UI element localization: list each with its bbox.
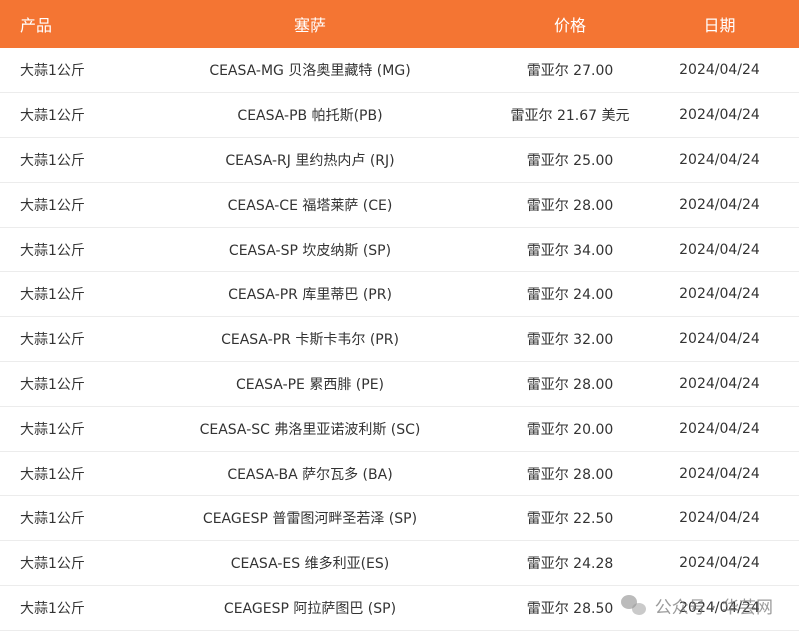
- cell-ceasa: CEAGESP 阿拉萨图巴 (SP): [223, 600, 397, 617]
- table-header: 产品 塞萨 价格 日期: [0, 0, 799, 48]
- table-row: 大蒜1公斤 CEASA-ES 维多利亚(ES) 雷亚尔 24.28 2024/04/2…: [0, 541, 799, 586]
- cell-product: 大蒜1公斤: [20, 600, 85, 617]
- header-product: 产品: [20, 16, 53, 35]
- cell-ceasa: CEASA-PR 库里蒂巴 (PR): [228, 287, 392, 304]
- cell-product: 大蒜1公斤: [20, 466, 85, 483]
- cell-price: 雷亚尔 34.00: [526, 242, 614, 259]
- table-row: 大蒜1公斤 CEASA-RJ 里约热内卢 (RJ) 雷亚尔 25.00 2024/04…: [0, 138, 799, 183]
- cell-ceasa: CEASA-CE 福塔莱萨 (CE): [227, 197, 393, 214]
- cell-price: 雷亚尔 24.28: [526, 556, 614, 573]
- cell-ceasa: CEASA-ES 维多利亚(ES): [230, 556, 390, 573]
- cell-price: 雷亚尔 27.00: [526, 63, 614, 80]
- cell-date: 2024/04/24: [679, 510, 760, 527]
- cell-product: 大蒜1公斤: [20, 332, 85, 349]
- cell-date: 2024/04/24: [679, 62, 760, 79]
- cell-price: 雷亚尔 28.00: [526, 197, 614, 214]
- table-row: 大蒜1公斤 CEASA-SC 弗洛里亚诺波利斯 (SC) 雷亚尔 20.00 2024…: [0, 406, 799, 452]
- cell-product: 大蒜1公斤: [20, 242, 85, 259]
- header-price: 价格: [553, 16, 586, 35]
- table-row: 大蒜1公斤 CEASA-PR 库里蒂巴 (PR) 雷亚尔 24.00 2024/04/…: [0, 272, 799, 317]
- cell-price: 雷亚尔 32.00: [526, 332, 614, 349]
- cell-product: 大蒜1公斤: [20, 376, 85, 393]
- cell-date: 2024/04/24: [679, 420, 760, 437]
- price-table: 产品 塞萨 价格 日期 大蒜1公斤 CEASA-MG 贝洛奥里藏特 (MG) 雷亚尔…: [0, 0, 799, 631]
- cell-price: 雷亚尔 21.67 美元: [510, 108, 630, 125]
- cell-ceasa: CEASA-BA 萨尔瓦多 (BA): [227, 466, 393, 483]
- cell-ceasa: CEAGESP 普雷图河畔圣若泽 (SP): [202, 511, 418, 528]
- table-row: 大蒜1公斤 CEASA-BA 萨尔瓦多 (BA) 雷亚尔 28.00 2024/04/…: [0, 451, 799, 496]
- cell-product: 大蒜1公斤: [20, 421, 85, 438]
- cell-price: 雷亚尔 28.00: [526, 376, 614, 393]
- table-row: 大蒜1公斤 CEASA-PR 卡斯卡韦尔 (PR) 雷亚尔 32.00 2024/04…: [0, 317, 799, 362]
- cell-date: 2024/04/24: [679, 375, 760, 392]
- cell-date: 2024/04/24: [679, 331, 760, 348]
- cell-product: 大蒜1公斤: [20, 63, 85, 80]
- table-header-row: 产品 塞萨 价格 日期: [0, 0, 799, 48]
- table-row: 大蒜1公斤 CEASA-PB 帕托斯(PB) 雷亚尔 21.67 美元 2024/04…: [0, 93, 799, 138]
- header-date: 日期: [703, 16, 736, 35]
- cell-date: 2024/04/24: [679, 465, 760, 482]
- cell-ceasa: CEASA-SP 坎皮纳斯 (SP): [228, 242, 392, 259]
- table-body: 大蒜1公斤 CEASA-MG 贝洛奥里藏特 (MG) 雷亚尔 27.00 2024/0…: [0, 48, 799, 631]
- cell-price: 雷亚尔 28.50: [526, 600, 614, 617]
- cell-date: 2024/04/24: [679, 196, 760, 213]
- cell-product: 大蒜1公斤: [20, 197, 85, 214]
- cell-price: 雷亚尔 24.00: [526, 287, 614, 304]
- cell-product: 大蒜1公斤: [20, 511, 85, 528]
- cell-price: 雷亚尔 20.00: [526, 421, 614, 438]
- cell-price: 雷亚尔 28.00: [526, 466, 614, 483]
- header-ceasa: 塞萨: [293, 16, 326, 35]
- cell-price: 雷亚尔 25.00: [526, 152, 614, 169]
- cell-ceasa: CEASA-PB 帕托斯(PB): [237, 108, 383, 125]
- table-row: 大蒜1公斤 CEAGESP 普雷图河畔圣若泽 (SP) 雷亚尔 22.50 2024/…: [0, 496, 799, 541]
- cell-product: 大蒜1公斤: [20, 287, 85, 304]
- cell-date: 2024/04/24: [679, 241, 760, 258]
- cell-product: 大蒜1公斤: [20, 108, 85, 125]
- cell-date: 2024/04/24: [679, 151, 760, 168]
- cell-date: 2024/04/24: [679, 555, 760, 572]
- cell-ceasa: CEASA-SC 弗洛里亚诺波利斯 (SC): [199, 421, 421, 438]
- cell-date: 2024/04/24: [679, 107, 760, 124]
- cell-date: 2024/04/24: [679, 599, 760, 616]
- table-row: 大蒜1公斤 CEASA-MG 贝洛奥里藏特 (MG) 雷亚尔 27.00 2024/0…: [0, 48, 799, 93]
- table-row: 大蒜1公斤 CEASA-SP 坎皮纳斯 (SP) 雷亚尔 34.00 2024/04/…: [0, 227, 799, 272]
- cell-date: 2024/04/24: [679, 286, 760, 303]
- cell-ceasa: CEASA-RJ 里约热内卢 (RJ): [225, 152, 395, 169]
- cell-ceasa: CEASA-PR 卡斯卡韦尔 (PR): [221, 332, 399, 349]
- cell-price: 雷亚尔 22.50: [526, 511, 614, 528]
- cell-product: 大蒜1公斤: [20, 556, 85, 573]
- cell-ceasa: CEASA-MG 贝洛奥里藏特 (MG): [209, 63, 411, 80]
- table-row: 大蒜1公斤 CEASA-PE 累西腓 (PE) 雷亚尔 28.00 2024/04/2…: [0, 362, 799, 407]
- table-row: 大蒜1公斤 CEASA-CE 福塔莱萨 (CE) 雷亚尔 28.00 2024/04/…: [0, 182, 799, 228]
- cell-ceasa: CEASA-PE 累西腓 (PE): [235, 376, 385, 393]
- table-row: 大蒜1公斤 CEAGESP 阿拉萨图巴 (SP) 雷亚尔 28.50 2024/04/…: [0, 586, 799, 631]
- cell-product: 大蒜1公斤: [20, 152, 85, 169]
